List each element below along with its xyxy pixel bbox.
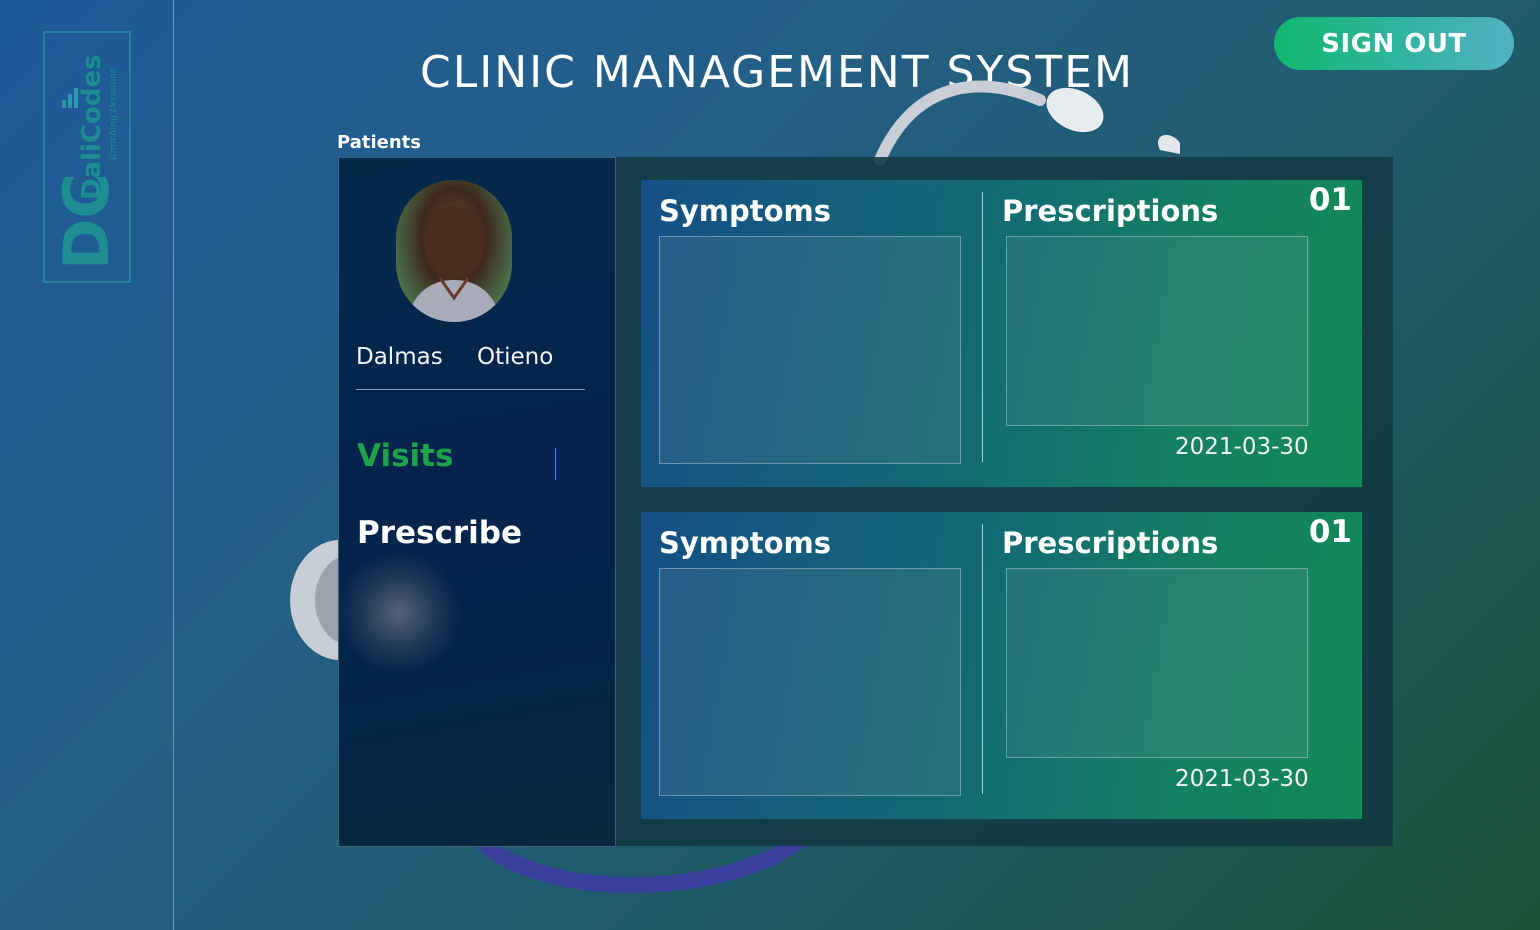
patient-last-name: Otieno <box>477 344 554 370</box>
visit-number: 01 <box>1308 514 1352 550</box>
logo-tagline: Enriching Decisions <box>109 68 119 161</box>
background-blur <box>339 548 459 678</box>
active-nav-indicator <box>555 448 556 480</box>
patient-sidebar: Dalmas Otieno Visits Prescribe <box>338 157 616 847</box>
visit-date: 2021-03-30 <box>1175 434 1309 460</box>
symptoms-box[interactable] <box>659 236 961 464</box>
symptoms-heading: Symptoms <box>659 526 832 560</box>
prescriptions-heading: Prescriptions <box>1002 526 1219 560</box>
logo-brand: DaliCodes <box>77 54 107 200</box>
symptoms-box[interactable] <box>659 568 961 796</box>
nav-visits[interactable]: Visits <box>357 438 453 474</box>
symptoms-heading: Symptoms <box>659 194 832 228</box>
prescriptions-heading: Prescriptions <box>1002 194 1219 228</box>
nav-prescribe[interactable]: Prescribe <box>357 515 522 551</box>
visit-date: 2021-03-30 <box>1175 766 1309 792</box>
column-divider <box>982 192 983 462</box>
dalicodes-logo: DC DaliCodes Enriching Decisions <box>43 31 131 283</box>
sign-out-button[interactable]: SIGN OUT <box>1274 17 1514 70</box>
visit-number: 01 <box>1308 182 1352 218</box>
visit-card: 01 Symptoms Prescriptions 2021-03-30 <box>641 180 1362 487</box>
left-rail: DC DaliCodes Enriching Decisions <box>0 0 174 930</box>
patient-avatar <box>396 180 512 322</box>
visit-card: 01 Symptoms Prescriptions 2021-03-30 <box>641 512 1362 819</box>
patients-section-label: Patients <box>337 132 421 153</box>
prescriptions-box[interactable] <box>1006 568 1308 758</box>
name-divider <box>356 389 585 390</box>
column-divider <box>982 524 983 794</box>
prescriptions-box[interactable] <box>1006 236 1308 426</box>
patient-first-name: Dalmas <box>356 344 443 370</box>
